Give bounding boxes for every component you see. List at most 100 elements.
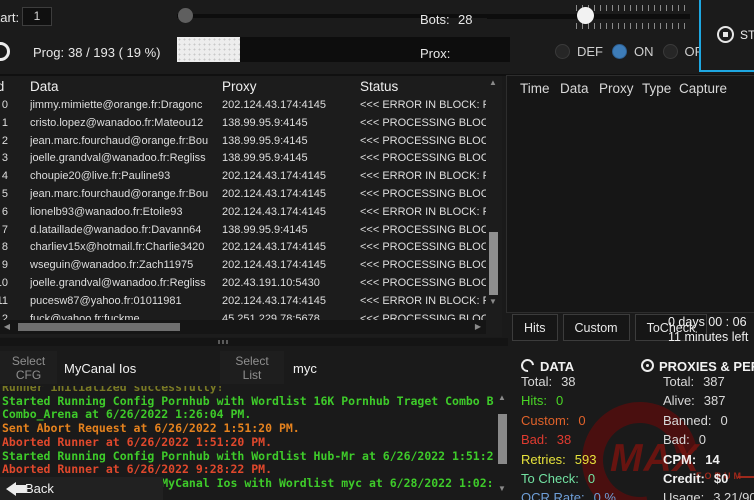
column-header-id: Id xyxy=(0,79,4,94)
scroll-right-arrow[interactable]: ▶ xyxy=(472,322,484,332)
stat-row: Bad:0 xyxy=(663,432,754,451)
table-row[interactable]: 11pucesw87@yahoo.fr:01011981202.124.43.1… xyxy=(0,293,486,311)
stat-value: 593 xyxy=(575,452,597,467)
scroll-up-arrow[interactable]: ▲ xyxy=(487,78,499,88)
stat-label: Banned: xyxy=(663,413,711,428)
radio-icon[interactable] xyxy=(612,44,627,59)
select-config-button[interactable]: Select CFG xyxy=(0,351,57,384)
radio-icon[interactable] xyxy=(663,44,678,59)
cell-proxy: 202.124.43.174:4145 xyxy=(222,188,354,200)
start-label: Start: xyxy=(0,10,19,25)
cell-data: charliev15x@hotmail.fr:Charlie3420 xyxy=(30,241,217,253)
proxy-option-on[interactable]: ON xyxy=(612,44,654,59)
cell-data: jimmy.mimiette@orange.fr:Dragonc xyxy=(30,99,217,111)
cell-id: 9 xyxy=(0,259,8,271)
log-line: Started Running Config Pornhub with Word… xyxy=(2,395,490,409)
bots-slider-thumb[interactable] xyxy=(577,7,594,24)
cell-proxy: 138.99.95.9:4145 xyxy=(222,135,354,147)
tab-hits[interactable]: Hits xyxy=(512,314,558,341)
table-row[interactable]: 5jean.marc.fourchaud@orange.fr:Bou202.12… xyxy=(0,186,486,204)
stat-label: Usage: xyxy=(663,490,704,500)
table-row[interactable]: 2jean.marc.fourchaud@orange.fr:Bou138.99… xyxy=(0,133,486,151)
scroll-left-arrow[interactable]: ◀ xyxy=(1,322,13,332)
data-stats-list: Total:38Hits:0Custom:0Bad: 38 Retries:593T… xyxy=(521,374,637,500)
back-arrow-icon xyxy=(6,482,16,496)
table-row[interactable]: 4choupie20@live.fr:Pauline93202.124.43.1… xyxy=(0,168,486,186)
proxy-option-def[interactable]: DEF xyxy=(555,44,603,59)
stat-row: Credit:$0 xyxy=(663,471,754,490)
select-list-button[interactable]: Select List xyxy=(220,351,284,384)
back-button[interactable]: Back xyxy=(0,477,163,500)
stat-row: Bad: 38 xyxy=(521,432,637,451)
scroll-down-arrow[interactable]: ▼ xyxy=(487,297,499,307)
table-row[interactable]: 0jimmy.mimiette@orange.fr:Dragonc202.124… xyxy=(0,97,486,115)
runner-window: Start: 1 Prog: 38 / 193 ( 19 %) Bots: 28… xyxy=(0,0,754,500)
log-scrollbar-thumb[interactable] xyxy=(498,414,507,464)
cell-proxy: 202.43.191.10:5430 xyxy=(222,277,354,289)
stat-row: Hits:0 xyxy=(521,393,637,412)
results-panel: TimeDataProxyTypeCapture xyxy=(506,75,754,313)
cell-data: wseguin@wanadoo.fr:Zach11975 xyxy=(30,259,217,271)
table-row[interactable]: 10joelle.grandval@wanadoo.fr:Regliss202.… xyxy=(0,275,486,293)
cell-id: 5 xyxy=(0,188,8,200)
stat-value: 3.21/900 MB xyxy=(713,490,754,500)
time-left: 11 minutes left xyxy=(668,330,748,344)
table-row[interactable]: 1cristo.lopez@wanadoo.fr:Mateou12138.99.… xyxy=(0,115,486,133)
vertical-scrollbar-thumb[interactable] xyxy=(489,232,498,295)
bots-slider-ticks xyxy=(576,5,690,11)
log-line: Started Running Config Pornhub with Word… xyxy=(2,450,490,464)
stat-label: Credit: xyxy=(663,471,705,486)
proxies-stats-icon xyxy=(641,359,654,372)
log-scroll-up-arrow[interactable]: ▲ xyxy=(496,393,508,403)
cell-status: <<< ERROR IN BLOCK: R xyxy=(360,206,486,218)
column-header-proxy: Proxy xyxy=(222,79,257,94)
stat-value: 0 % xyxy=(594,490,616,500)
stat-row: Usage: 3.21/900 MB xyxy=(663,490,754,500)
cell-data: choupie20@live.fr:Pauline93 xyxy=(30,170,217,182)
cell-data: joelle.grandval@wanadoo.fr:Regliss xyxy=(30,152,217,164)
stop-button-label: STOP xyxy=(740,28,754,42)
radio-icon[interactable] xyxy=(555,44,570,59)
splitter[interactable] xyxy=(0,338,508,346)
cell-proxy: 202.124.43.174:4145 xyxy=(222,295,354,307)
log-line: Sent Abort Request at 6/26/2022 1:51:20 … xyxy=(2,422,490,436)
stat-label: OCR Rate: xyxy=(521,490,585,500)
progress-bar xyxy=(177,37,510,62)
cell-id: 4 xyxy=(0,170,8,182)
bots-label: Bots: xyxy=(420,12,450,27)
tab-custom[interactable]: Custom xyxy=(563,314,630,341)
results-column-header-time: Time xyxy=(520,81,550,96)
stat-label: Custom: xyxy=(521,413,569,428)
start-slider-thumb[interactable] xyxy=(178,8,193,23)
log-line: Aborted Runner at 6/26/2022 1:51:20 PM. xyxy=(2,436,490,450)
start-input[interactable]: 1 xyxy=(22,7,52,26)
stat-value: 38 xyxy=(557,432,571,447)
table-row[interactable]: 9wseguin@wanadoo.fr:Zach11975202.124.43.… xyxy=(0,257,486,275)
stop-button[interactable]: STOP xyxy=(711,25,754,44)
stat-row: Total:38 xyxy=(521,374,637,393)
stat-row: Alive:387 xyxy=(663,393,754,412)
cell-status: <<< ERROR IN BLOCK: R xyxy=(360,170,486,182)
table-row[interactable]: 6lionelb93@wanadoo.fr:Etoile93202.124.43… xyxy=(0,204,486,222)
table-row[interactable]: 3joelle.grandval@wanadoo.fr:Regliss138.9… xyxy=(0,150,486,168)
table-row[interactable]: 7d.lataillade@wanadoo.fr:Davann64138.99.… xyxy=(0,222,486,240)
cell-proxy: 202.124.43.174:4145 xyxy=(222,206,354,218)
cell-status: <<< ERROR IN BLOCK: R xyxy=(360,295,486,307)
log-scroll-down-arrow[interactable]: ▼ xyxy=(496,484,508,494)
progress-ring-icon xyxy=(0,42,10,61)
stat-label: To Check: xyxy=(521,471,579,486)
results-column-header-proxy: Proxy xyxy=(599,81,634,96)
cell-status: <<< PROCESSING BLOCK xyxy=(360,277,486,289)
cell-id: 6 xyxy=(0,206,8,218)
cell-proxy: 138.99.95.9:4145 xyxy=(222,117,354,129)
progress-value: 38 / 193 ( 19 %) xyxy=(68,45,161,60)
stat-value: 0 xyxy=(720,413,727,428)
stat-row: Banned: 0 xyxy=(663,413,754,432)
stat-label: Hits: xyxy=(521,393,547,408)
stat-row: Retries:593 xyxy=(521,452,637,471)
results-column-header-type: Type xyxy=(642,81,671,96)
stat-row: Custom:0 xyxy=(521,413,637,432)
horizontal-scrollbar-thumb[interactable] xyxy=(18,323,180,331)
table-row[interactable]: 8charliev15x@hotmail.fr:Charlie3420202.1… xyxy=(0,239,486,257)
stat-label: Bad: xyxy=(521,432,548,447)
